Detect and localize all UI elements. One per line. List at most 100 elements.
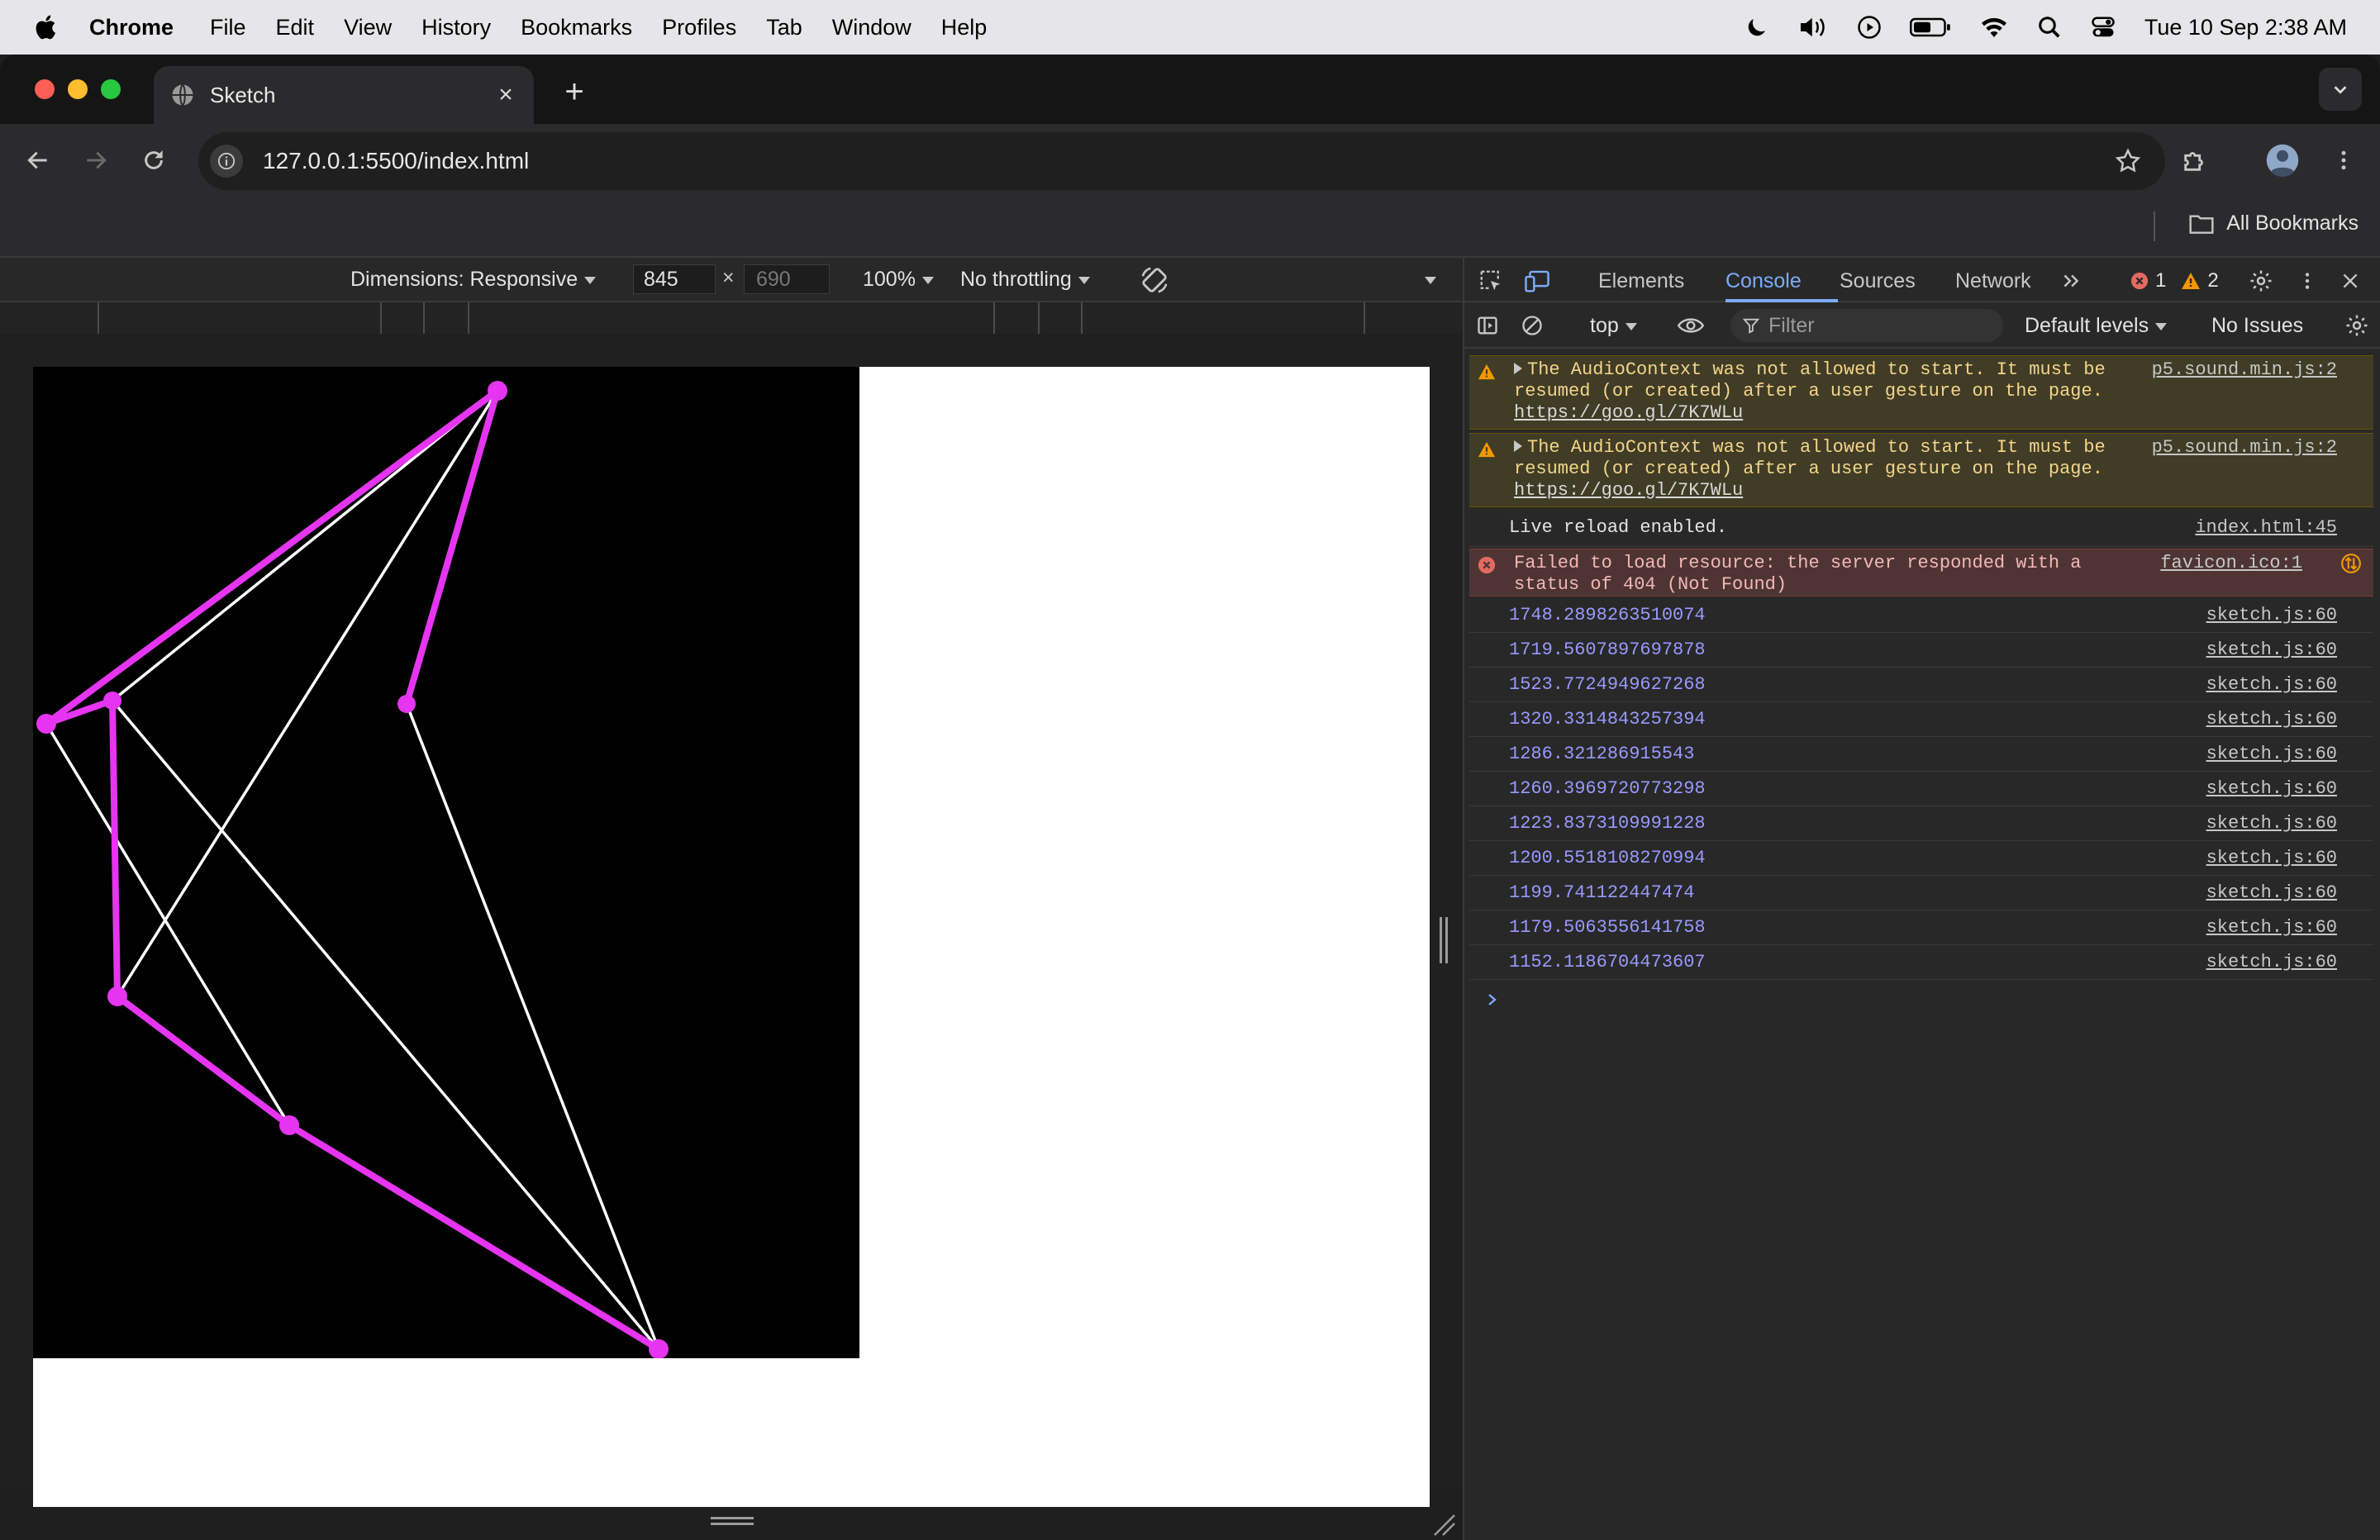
sidebar-toggle-icon[interactable]: [1474, 312, 1501, 339]
log-source-link[interactable]: sketch.js:60: [2206, 778, 2337, 799]
viewport-resize-handle-right[interactable]: [1440, 917, 1448, 963]
console-log-row[interactable]: 1200.5518108270994 sketch.js:60: [1469, 841, 2373, 876]
menu-clock[interactable]: Tue 10 Sep 2:38 AM: [2144, 15, 2347, 40]
emulated-page[interactable]: [33, 367, 1430, 1507]
menu-tab[interactable]: Tab: [766, 15, 802, 40]
menu-edit[interactable]: Edit: [276, 15, 315, 40]
more-tabs-icon[interactable]: [2058, 268, 2084, 294]
menu-view[interactable]: View: [344, 15, 392, 40]
console-log-row[interactable]: 1719.5607897697878 sketch.js:60: [1469, 633, 2373, 668]
warning-link[interactable]: https://goo.gl/7K7WLu: [1514, 402, 1743, 423]
issue-counters[interactable]: 1 2: [2130, 269, 2219, 292]
zoom-dropdown[interactable]: 100%: [863, 268, 934, 292]
console-log-row[interactable]: 1223.8373109991228 sketch.js:60: [1469, 806, 2373, 841]
profile-avatar[interactable]: [2263, 140, 2302, 180]
console-log-row[interactable]: 1286.321286915543 sketch.js:60: [1469, 737, 2373, 772]
battery-icon[interactable]: [1909, 17, 1951, 38]
menu-help[interactable]: Help: [941, 15, 988, 40]
spotlight-search-icon[interactable]: [2037, 15, 2062, 40]
p5-sketch-canvas[interactable]: [33, 367, 859, 1358]
viewport-resize-handle-bottom[interactable]: [711, 1517, 754, 1525]
dimensions-dropdown[interactable]: Dimensions: Responsive: [350, 268, 597, 292]
menu-app-chrome[interactable]: Chrome: [89, 15, 174, 40]
height-input[interactable]: 690: [744, 264, 830, 294]
tab-network[interactable]: Network: [1955, 269, 2031, 293]
devtools-settings-icon[interactable]: [2248, 268, 2274, 294]
menu-profiles[interactable]: Profiles: [662, 15, 736, 40]
throttling-dropdown[interactable]: No throttling: [960, 268, 1090, 292]
log-levels-dropdown[interactable]: Default levels: [2025, 314, 2168, 338]
menu-window[interactable]: Window: [832, 15, 912, 40]
console-log-row[interactable]: 1179.5063556141758 sketch.js:60: [1469, 910, 2373, 945]
log-source-link[interactable]: sketch.js:60: [2206, 882, 2337, 903]
tab-search-button[interactable]: [2319, 68, 2362, 111]
device-toolbar-more-icon[interactable]: [1418, 268, 1436, 292]
site-info-icon[interactable]: [210, 145, 243, 178]
warning-link[interactable]: https://goo.gl/7K7WLu: [1514, 480, 1743, 501]
issues-button[interactable]: No Issues: [2211, 314, 2303, 338]
wifi-icon[interactable]: [1979, 15, 2009, 40]
devtools-close-icon[interactable]: [2337, 268, 2363, 294]
console-log-row[interactable]: 1260.3969720773298 sketch.js:60: [1469, 772, 2373, 806]
back-button[interactable]: [18, 140, 58, 180]
log-source-link[interactable]: sketch.js:60: [2206, 917, 2337, 938]
volume-icon[interactable]: [1797, 15, 1829, 40]
tab-elements[interactable]: Elements: [1598, 269, 1684, 293]
close-window-button[interactable]: [35, 79, 55, 99]
warning-source-link[interactable]: p5.sound.min.js:2: [2152, 359, 2337, 381]
log-source-link[interactable]: sketch.js:60: [2206, 848, 2337, 868]
address-url[interactable]: 127.0.0.1:5500/index.html: [263, 148, 2114, 174]
console-info[interactable]: Live reload enabled. index.html:45: [1469, 511, 2373, 547]
console-log-row[interactable]: 1748.2898263510074 sketch.js:60: [1469, 598, 2373, 633]
console-filter[interactable]: [1730, 309, 2003, 342]
inspect-element-icon[interactable]: [1478, 268, 1504, 294]
extensions-button[interactable]: [2175, 140, 2215, 180]
moon-icon[interactable]: [1745, 15, 1769, 40]
error-source-link[interactable]: favicon.ico:1: [2160, 553, 2302, 574]
minimize-window-button[interactable]: [68, 79, 88, 99]
chrome-menu-button[interactable]: [2324, 140, 2363, 180]
address-bar[interactable]: 127.0.0.1:5500/index.html: [198, 132, 2165, 190]
tab-console[interactable]: Console: [1726, 269, 1802, 293]
menu-history[interactable]: History: [421, 15, 491, 40]
console-log-row[interactable]: 1199.741122447474 sketch.js:60: [1469, 876, 2373, 910]
rotate-icon[interactable]: [1139, 264, 1170, 296]
bookmark-star-icon[interactable]: [2114, 147, 2142, 175]
console-error[interactable]: Failed to load resource: the server resp…: [1469, 549, 2373, 597]
all-bookmarks-button[interactable]: All Bookmarks: [2188, 212, 2359, 235]
menu-bookmarks[interactable]: Bookmarks: [521, 15, 632, 40]
control-center-icon[interactable]: [2090, 15, 2116, 40]
log-source-link[interactable]: sketch.js:60: [2206, 605, 2337, 625]
console-warning[interactable]: The AudioContext was not allowed to star…: [1469, 433, 2373, 507]
log-source-link[interactable]: sketch.js:60: [2206, 674, 2337, 695]
log-source-link[interactable]: sketch.js:60: [2206, 744, 2337, 764]
width-input[interactable]: 845: [633, 264, 716, 294]
viewport-resize-corner-icon[interactable]: [1431, 1512, 1456, 1537]
new-tab-button[interactable]: +: [554, 71, 595, 112]
play-icon[interactable]: [1857, 15, 1882, 40]
log-source-link[interactable]: sketch.js:60: [2206, 813, 2337, 834]
log-source-link[interactable]: sketch.js:60: [2206, 952, 2337, 972]
reload-button[interactable]: [134, 140, 174, 180]
console-prompt-icon[interactable]: [1484, 990, 1501, 1010]
console-log-row[interactable]: 1523.7724949627268 sketch.js:60: [1469, 668, 2373, 702]
tab-sources[interactable]: Sources: [1840, 269, 1916, 293]
network-request-icon[interactable]: [2340, 553, 2362, 574]
tab-close-icon[interactable]: ×: [489, 78, 522, 112]
forward-button[interactable]: [76, 140, 116, 180]
info-source-link[interactable]: index.html:45: [2195, 517, 2337, 538]
filter-input[interactable]: [1768, 313, 1983, 338]
zoom-window-button[interactable]: [101, 79, 121, 99]
log-source-link[interactable]: sketch.js:60: [2206, 639, 2337, 660]
context-dropdown[interactable]: top: [1590, 314, 1637, 338]
tab-sketch[interactable]: Sketch ×: [154, 66, 534, 124]
warning-source-link[interactable]: p5.sound.min.js:2: [2152, 437, 2337, 459]
console-log-row[interactable]: 1152.1186704473607 sketch.js:60: [1469, 945, 2373, 980]
console-log-row[interactable]: 1320.3314843257394 sketch.js:60: [1469, 702, 2373, 737]
log-source-link[interactable]: sketch.js:60: [2206, 709, 2337, 730]
clear-console-icon[interactable]: [1519, 312, 1545, 339]
console-warning[interactable]: The AudioContext was not allowed to star…: [1469, 355, 2373, 430]
console-settings-icon[interactable]: [2344, 312, 2370, 339]
apple-icon[interactable]: [33, 13, 61, 41]
expand-arrow-icon[interactable]: [1514, 440, 1522, 452]
